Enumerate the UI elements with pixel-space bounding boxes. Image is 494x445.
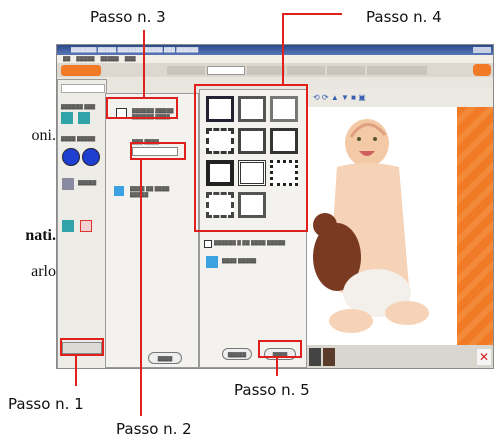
tab-2[interactable] xyxy=(207,66,245,75)
photo-canvas xyxy=(307,107,457,345)
step2-highlight xyxy=(130,142,186,160)
tab-4[interactable] xyxy=(287,66,325,75)
step1-highlight xyxy=(60,338,104,356)
canvas-background xyxy=(457,107,493,345)
swatch-teal-2[interactable] xyxy=(78,112,90,124)
panel-swatch-teal[interactable] xyxy=(62,220,74,232)
thumbnail[interactable] xyxy=(323,348,335,366)
home-tab[interactable] xyxy=(61,65,101,76)
thumbnail[interactable] xyxy=(309,348,321,366)
tab-strip xyxy=(167,66,467,75)
panel-field[interactable] xyxy=(61,84,105,93)
title-text: ▓▓▓▓▓▓▓ ▓▓▓▓▓ ▓▓▓▓▓▓▓ ▓▓▓▓▓ ▓▓▓ ▓▓▓▓▓▓ xyxy=(71,47,199,53)
apply-text: ▓▓▓▓ ▓▓▓▓▓ xyxy=(222,258,257,264)
panel-swatch-red[interactable] xyxy=(80,220,92,232)
step4-label: Passo n. 4 xyxy=(366,8,442,26)
wizard-prev-button[interactable]: ▓▓▓▓▓ xyxy=(222,348,252,360)
step4-highlight xyxy=(194,84,308,232)
tab-6[interactable] xyxy=(367,66,427,75)
title-bar: ▓▓▓▓▓▓▓ ▓▓▓▓▓ ▓▓▓▓▓▓▓ ▓▓▓▓▓ ▓▓▓ ▓▓▓▓▓▓ xyxy=(57,45,493,55)
panel-item[interactable] xyxy=(62,178,74,190)
step4-connector-h xyxy=(282,13,342,15)
frame-option-text: ▓▓▓▓▓▓ ▓ ▓▓ ▓▓▓▓ ▓▓▓▓▓ xyxy=(214,240,286,246)
preview-text: ▓▓▓▓ ▓▓ ▓▓▓▓▓▓▓▓▓ xyxy=(130,186,170,198)
apply-icon xyxy=(206,256,218,268)
window-controls-icon[interactable] xyxy=(473,47,491,53)
panel-item-text: ▓▓▓▓▓ xyxy=(78,180,97,186)
step5-highlight xyxy=(258,340,302,358)
step3-highlight xyxy=(106,97,178,119)
wizard-panel-left: ▓▓▓▓▓▓ ▓▓▓▓▓ ▓▓▓▓▓▓ ▓▓▓▓ ▓▓▓ ▓▓▓▓ ▓▓▓▓ ▓▓… xyxy=(105,93,199,368)
step4-connector-v xyxy=(282,13,284,85)
tutorial-figure: { "annotations": { "step1": "Passo n. 1"… xyxy=(0,0,494,445)
frame-option-checkbox[interactable] xyxy=(204,240,212,248)
step2-connector xyxy=(140,160,142,416)
step1-connector xyxy=(75,356,77,386)
step2-label: Passo n. 2 xyxy=(116,420,192,438)
side-text-3: arlo xyxy=(31,263,56,280)
step5-label: Passo n. 5 xyxy=(234,381,310,399)
step1-label: Passo n. 1 xyxy=(8,395,84,413)
swatch-teal-1[interactable] xyxy=(61,112,73,124)
canvas-tool-icons[interactable]: ⟲ ⟳ ▲ ▼ ■ ▣ xyxy=(313,93,393,103)
baby-photo xyxy=(313,119,429,333)
panel-label-1: ▓▓▓▓▓▓ ▓▓▓ xyxy=(61,104,96,110)
menu-bar: ▓▓ ▓▓▓▓▓ ▓▓▓▓▓ ▓▓▓ xyxy=(57,55,493,63)
panel-label-2: ▓▓▓▓ ▓▓▓▓▓ xyxy=(61,136,96,142)
filmstrip: ✕ xyxy=(307,345,493,368)
side-text-1: oni. xyxy=(31,127,56,144)
tab-1[interactable] xyxy=(167,66,205,75)
tab-3[interactable] xyxy=(247,66,285,75)
side-text-2: nati. xyxy=(25,227,56,244)
close-icon[interactable]: ✕ xyxy=(477,349,491,365)
app-icon xyxy=(473,64,491,76)
step3-label: Passo n. 3 xyxy=(90,8,166,26)
shape-circle-icon[interactable] xyxy=(62,148,80,166)
step3-connector xyxy=(143,30,145,98)
step5-connector xyxy=(276,358,278,376)
shape-circle-icon[interactable] xyxy=(82,148,100,166)
wizard-back-button[interactable]: ▓▓▓▓ xyxy=(148,352,182,364)
tab-5[interactable] xyxy=(327,66,365,75)
tool-panel: ▓▓▓▓▓▓ ▓▓▓ ▓▓▓▓ ▓▓▓▓▓ ▓▓▓▓▓ xyxy=(57,79,107,368)
preview-icon xyxy=(114,186,124,196)
